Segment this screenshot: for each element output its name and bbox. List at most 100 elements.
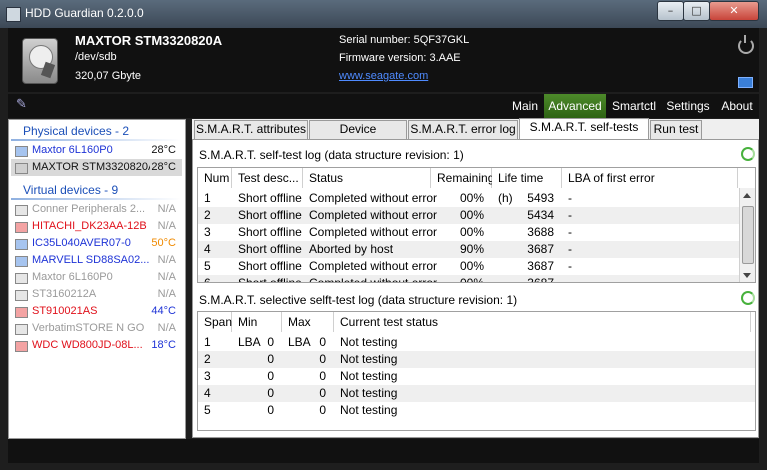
table-cell: Not testing — [340, 352, 398, 366]
maximize-button[interactable]: □ — [683, 1, 710, 21]
title-bar[interactable]: HDD Guardian 0.2.0.0 – □ ✕ — [0, 0, 767, 28]
column-header[interactable]: Current test status — [334, 312, 751, 332]
table-cell: 00% — [459, 276, 484, 283]
minimize-button[interactable]: – — [657, 1, 684, 21]
refresh-icon[interactable] — [741, 147, 755, 161]
device-temperature: 28°C — [151, 161, 176, 173]
device-name: MAXTOR STM3320820A — [32, 161, 150, 173]
table-row[interactable]: 3 0 0 Not testing — [198, 368, 755, 385]
self-test-log-table[interactable]: Num Test desc... Status Remaining Life time … — [197, 167, 756, 283]
device-list-item[interactable]: MAXTOR STM3320820A 28°C — [11, 159, 182, 176]
device-list-item[interactable]: Maxtor 6L160P0 N/A — [11, 269, 182, 286]
tab-smart-self-tests-log[interactable]: S.M.A.R.T. self-tests log — [519, 118, 649, 151]
vertical-scrollbar[interactable] — [739, 188, 755, 282]
table-row[interactable]: 5 0 0 Not testing — [198, 402, 755, 419]
table-row[interactable]: 4 0 0 Not testing — [198, 385, 755, 402]
wrench-icon[interactable]: ✎ — [16, 98, 30, 112]
column-header[interactable]: Remaining — [431, 168, 494, 188]
device-name: IC35L040AVER07-0 — [32, 237, 131, 249]
table-cell: Short offline — [238, 191, 302, 205]
status-bar — [8, 439, 759, 463]
menu-main[interactable]: Main — [508, 94, 542, 118]
column-header[interactable]: LBA of first error — [562, 168, 738, 188]
selective-self-test-log-table[interactable]: Span Min LBA Max LBA Current test status 1 0… — [197, 311, 756, 431]
hard-drive-icon — [22, 38, 58, 84]
table-cell: 00% — [459, 225, 484, 239]
device-name: Conner Peripherals 2... — [32, 203, 146, 215]
device-list-item[interactable]: VerbatimSTORE N GO N/A — [11, 320, 182, 337]
vendor-website-link[interactable]: www.seagate.com — [339, 70, 428, 82]
app-icon — [6, 7, 21, 22]
tab-smart-error-log[interactable]: S.M.A.R.T. error log — [408, 120, 518, 139]
table-row[interactable]: 5 Short offline Completed without error 00%… — [198, 258, 755, 275]
close-button[interactable]: ✕ — [709, 1, 759, 21]
menu-advanced[interactable]: Advanced — [544, 94, 606, 118]
table-cell: Not testing — [340, 335, 398, 349]
device-list-item[interactable]: ST3160212A N/A — [11, 286, 182, 303]
device-list-item[interactable]: IC35L040AVER07-0 50°C — [11, 235, 182, 252]
column-header[interactable]: Num — [198, 168, 232, 188]
drive-icon — [15, 146, 28, 157]
table-cell: 0 — [319, 386, 326, 400]
table-cell: - — [568, 276, 572, 283]
language-flag-icon[interactable] — [738, 77, 753, 88]
drive-icon — [15, 256, 28, 267]
device-list-item[interactable]: HITACHI_DK23AA-12B N/A — [11, 218, 182, 235]
device-name: Maxtor 6L160P0 — [32, 271, 113, 283]
scroll-thumb[interactable] — [742, 206, 754, 264]
table-row[interactable]: 2 Short offline Completed without error 00%… — [198, 207, 755, 224]
table-row[interactable]: 6 Short offline Completed without error 00%… — [198, 275, 755, 283]
power-icon[interactable] — [738, 35, 754, 54]
scroll-up-arrow[interactable] — [743, 193, 751, 198]
self-test-log-caption: S.M.A.R.T. self-test log (data structure… — [199, 148, 464, 162]
device-list-item[interactable]: Conner Peripherals 2... N/A — [11, 201, 182, 218]
app-window: HDD Guardian 0.2.0.0 – □ ✕ MAXTOR STM332… — [0, 0, 767, 470]
column-header[interactable]: Span — [198, 312, 232, 332]
table-row[interactable]: 1 Short offline Completed without error 00%… — [198, 190, 755, 207]
menu-bar: ✎ Main Advanced Smartctl Settings About — [8, 94, 759, 118]
refresh-icon[interactable] — [741, 291, 755, 305]
table-cell: Not testing — [340, 386, 398, 400]
column-header[interactable]: Min LBA — [232, 312, 282, 349]
table-cell: Not testing — [340, 403, 398, 417]
table-cell: 0 — [319, 369, 326, 383]
advanced-panel: S.M.A.R.T. attributes Device capabilitie… — [192, 118, 759, 438]
scroll-down-arrow[interactable] — [743, 273, 751, 278]
device-list-item[interactable]: ST910021AS 44°C — [11, 303, 182, 320]
table-row[interactable]: 4 Short offline Aborted by host 90% 3687- — [198, 241, 755, 258]
table-cell: Aborted by host — [309, 242, 394, 256]
table-row[interactable]: 2 0 0 Not testing — [198, 351, 755, 368]
device-name: HITACHI_DK23AA-12B — [32, 220, 147, 232]
tab-run-test[interactable]: Run test — [650, 120, 702, 139]
column-header[interactable]: Max LBA — [282, 312, 334, 349]
table-cell: 6 — [204, 276, 211, 283]
section-divider — [11, 139, 181, 141]
table-cell: 5 — [204, 403, 211, 417]
tab-device-capabilities[interactable]: Device capabilities — [309, 120, 407, 153]
column-header[interactable]: Status — [303, 168, 431, 188]
table-cell: 00% — [459, 191, 484, 205]
table-cell: Completed without error — [309, 259, 438, 273]
drive-icon — [15, 222, 28, 233]
table-cell: 0 — [319, 335, 326, 349]
device-list-item[interactable]: Maxtor 6L160P0 28°C — [11, 142, 182, 159]
table-cell: Short offline — [238, 276, 302, 283]
table-row[interactable]: 3 Short offline Completed without error 00%… — [198, 224, 755, 241]
table-cell: 2 — [204, 352, 211, 366]
menu-smartctl[interactable]: Smartctl — [608, 94, 660, 118]
table-row[interactable]: 1 0 0 Not testing — [198, 334, 755, 351]
table-cell: 00% — [459, 208, 484, 222]
device-list-item[interactable]: WDC WD800JD-08L... 18°C — [11, 337, 182, 354]
table-cell: Completed without error — [309, 225, 438, 239]
device-list-item[interactable]: MARVELL SD88SA02... N/A — [11, 252, 182, 269]
tab-smart-attributes[interactable]: S.M.A.R.T. attributes — [194, 120, 308, 139]
table-cell: Short offline — [238, 208, 302, 222]
table-cell: 3687 — [527, 276, 554, 283]
table-cell: 2 — [204, 208, 211, 222]
menu-settings[interactable]: Settings — [662, 94, 714, 118]
menu-about[interactable]: About — [716, 94, 758, 118]
table-cell: - — [568, 259, 572, 273]
column-header[interactable]: Life time (h) — [492, 168, 562, 205]
serial-number: Serial number: 5QF37GKL — [339, 34, 470, 46]
column-header[interactable]: Test desc... — [232, 168, 303, 188]
